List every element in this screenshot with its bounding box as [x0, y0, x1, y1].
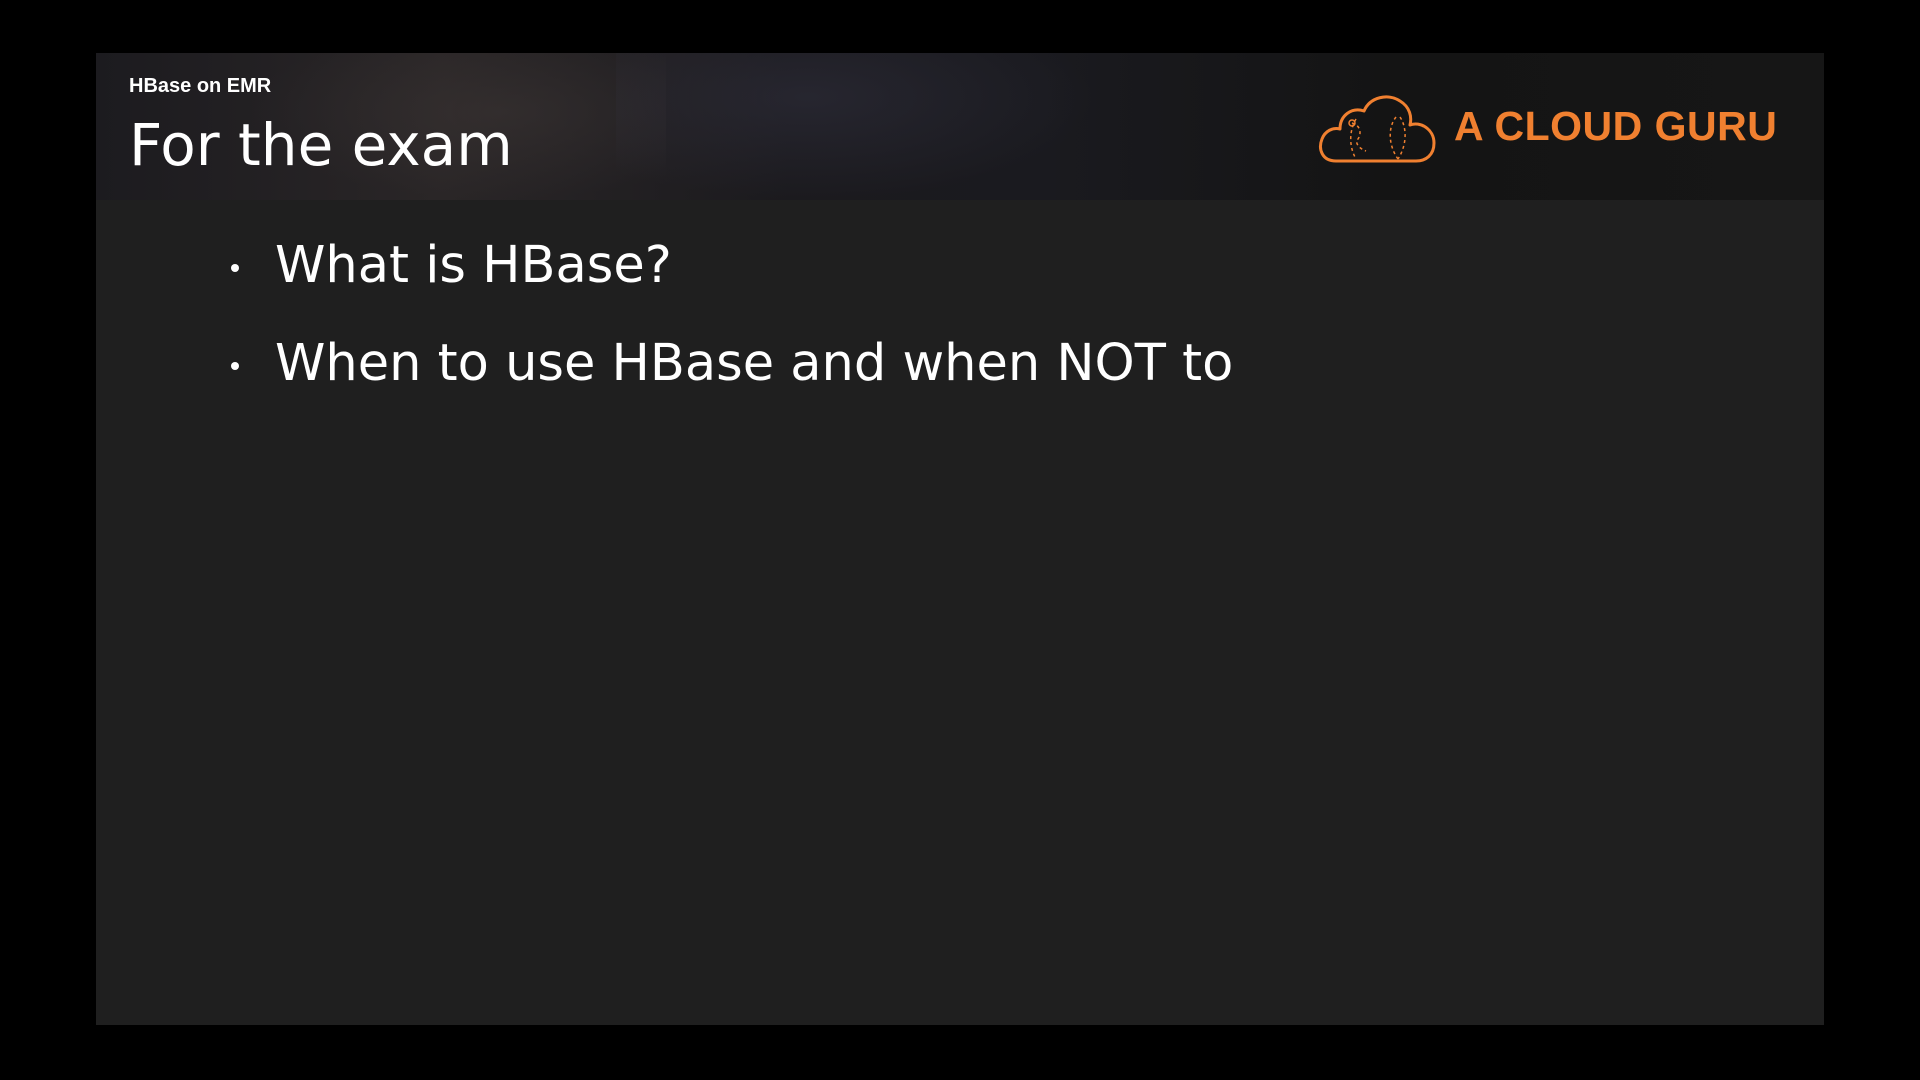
header-background-shade	[616, 53, 1096, 200]
slide-header: HBase on EMR For the exam A CLOUD GURU	[96, 53, 1824, 200]
bullet-text: What is HBase?	[275, 236, 672, 295]
slide: HBase on EMR For the exam A CLOUD GURU W…	[96, 53, 1824, 1025]
bullet-text: When to use HBase and when NOT to	[275, 334, 1234, 393]
bullet-dot-icon	[231, 362, 239, 370]
bullet-dot-icon	[231, 264, 239, 272]
a-cloud-guru-logo: A CLOUD GURU	[1316, 89, 1786, 169]
cloud-icon	[1319, 95, 1436, 163]
slide-title: For the exam	[129, 111, 513, 179]
slide-subtitle: HBase on EMR	[129, 75, 272, 97]
logo-text: A CLOUD GURU	[1454, 103, 1778, 149]
